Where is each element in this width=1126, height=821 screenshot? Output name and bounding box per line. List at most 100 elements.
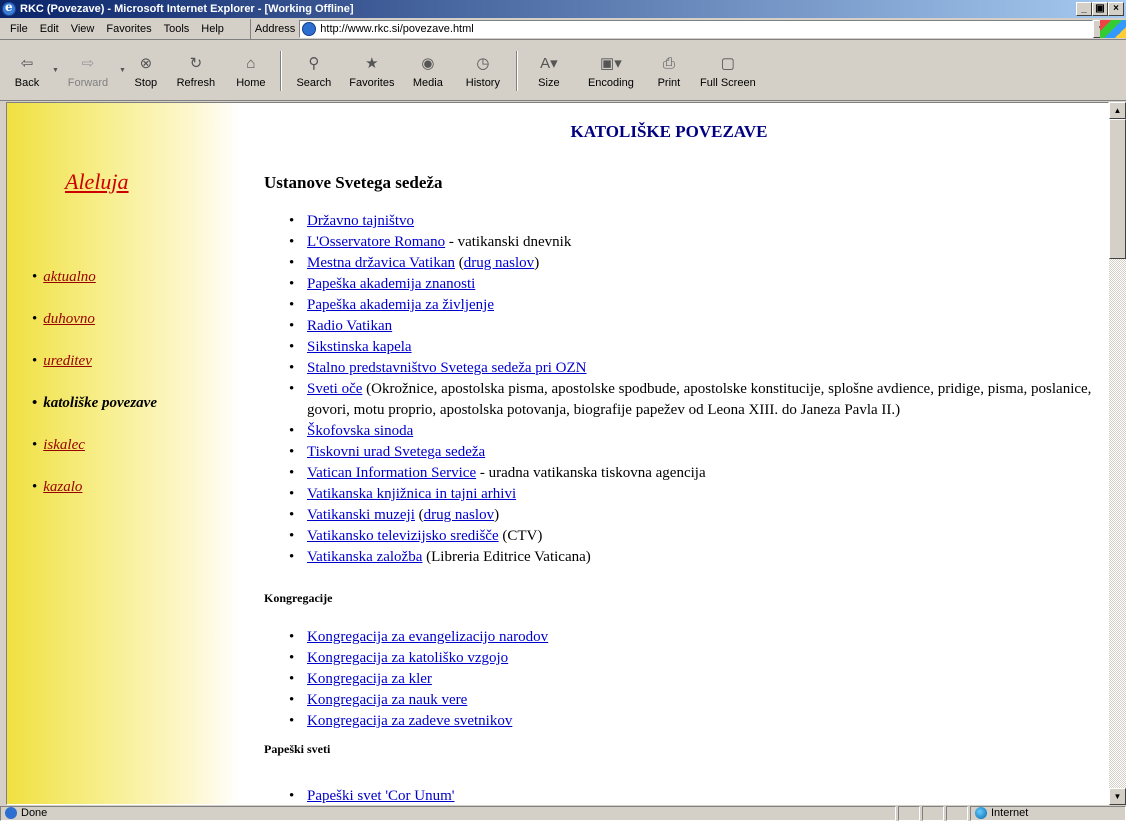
print-icon: ⎙ bbox=[662, 54, 675, 72]
list-link[interactable]: Papeška akademija znanosti bbox=[307, 276, 475, 292]
address-input[interactable]: http://www.rkc.si/povezave.html bbox=[299, 19, 1094, 38]
list-papeski-sveti: • Papeški svet 'Cor Unum' bbox=[289, 786, 1099, 804]
back-button[interactable]: ⇦ Back bbox=[4, 45, 50, 97]
list-item-text: Sveti oče (Okrožnice, apostolska pisma, … bbox=[307, 379, 1099, 421]
bullet: • bbox=[289, 276, 295, 292]
bullet: • bbox=[289, 713, 295, 729]
list-link[interactable]: Vatikanski muzeji bbox=[307, 507, 415, 523]
alternate-link[interactable]: drug naslov bbox=[464, 255, 534, 271]
list-link[interactable]: Vatican Information Service bbox=[307, 465, 476, 481]
list-item-note: ) bbox=[534, 255, 540, 271]
list-link[interactable]: Sveti oče bbox=[307, 381, 362, 397]
fullscreen-button[interactable]: ▢ Full Screen bbox=[692, 45, 764, 97]
ie-icon bbox=[2, 0, 16, 16]
list-item: • Vatikansko televizijsko središče (CTV) bbox=[289, 526, 1099, 547]
media-icon: ◉ bbox=[421, 55, 435, 72]
security-zone-panel: Internet bbox=[970, 805, 1126, 821]
back-dropdown-icon[interactable]: ▼ bbox=[52, 67, 59, 74]
list-item-note: ) bbox=[494, 507, 500, 523]
list-link[interactable]: Papeški svet 'Cor Unum' bbox=[307, 788, 454, 804]
list-item: • Vatikanska knjižnica in tajni arhivi bbox=[289, 484, 1099, 505]
list-link[interactable]: Kongregacija za kler bbox=[307, 671, 432, 687]
sidebar-item-duhovno[interactable]: • duhovno bbox=[32, 311, 157, 353]
refresh-button[interactable]: ↻ Refresh bbox=[166, 45, 226, 97]
list-link[interactable]: Stalno predstavništvo Svetega sedeža pri… bbox=[307, 360, 587, 376]
list-item-text: Sikstinska kapela bbox=[307, 337, 1099, 358]
list-item-text: Državno tajništvo bbox=[307, 211, 1099, 232]
list-ustanove: • Državno tajništvo • L'Osservatore Romano … bbox=[289, 211, 1099, 568]
menu-help[interactable]: Help bbox=[195, 23, 230, 35]
menu-edit[interactable]: Edit bbox=[34, 23, 65, 35]
status-panel bbox=[898, 805, 920, 821]
sidebar-item-iskalec[interactable]: • iskalec bbox=[32, 437, 157, 479]
list-item-note: - vatikanski dnevnik bbox=[445, 234, 572, 250]
list-link[interactable]: Kongregacija za zadeve svetnikov bbox=[307, 713, 512, 729]
list-item: • Sveti oče (Okrožnice, apostolska pisma,… bbox=[289, 379, 1099, 421]
list-link[interactable]: Papeška akademija za življenje bbox=[307, 297, 494, 313]
aleluja-logo-link[interactable]: Aleluja bbox=[65, 169, 129, 195]
list-item-text: Papeški svet 'Cor Unum' bbox=[307, 786, 1099, 804]
list-link[interactable]: Vatikansko televizijsko središče bbox=[307, 528, 499, 544]
list-item-note: (Libreria Editrice Vaticana) bbox=[422, 549, 591, 565]
list-item: • Kongregacija za zadeve svetnikov bbox=[289, 711, 1099, 732]
print-button[interactable]: ⎙ Print bbox=[646, 45, 692, 97]
close-button[interactable]: × bbox=[1108, 2, 1124, 16]
list-link[interactable]: L'Osservatore Romano bbox=[307, 234, 445, 250]
maximize-button[interactable]: ▣ bbox=[1092, 2, 1108, 16]
fullscreen-icon: ▢ bbox=[720, 55, 735, 72]
list-item-text: Vatikanski muzeji (drug naslov) bbox=[307, 505, 1099, 526]
forward-button[interactable]: ⇨ Forward bbox=[59, 45, 117, 97]
list-link[interactable]: Mestna državica Vatikan bbox=[307, 255, 455, 271]
sidebar-item-aktualno[interactable]: • aktualno bbox=[32, 269, 157, 311]
stop-button[interactable]: ⊗ Stop bbox=[126, 45, 166, 97]
list-link[interactable]: Kongregacija za evangelizacijo narodov bbox=[307, 629, 548, 645]
list-link[interactable]: Škofovska sinoda bbox=[307, 423, 413, 439]
section-heading-kongregacije: Kongregacije bbox=[264, 591, 333, 605]
scroll-thumb[interactable] bbox=[1109, 119, 1126, 259]
list-item: • L'Osservatore Romano - vatikanski dnevn… bbox=[289, 232, 1099, 253]
alternate-link[interactable]: drug naslov bbox=[424, 507, 494, 523]
forward-dropdown-icon[interactable]: ▼ bbox=[119, 67, 126, 74]
sidebar-item-ureditev[interactable]: • ureditev bbox=[32, 353, 157, 395]
list-link[interactable]: Kongregacija za katoliško vzgojo bbox=[307, 650, 508, 666]
list-link[interactable]: Vatikanska založba bbox=[307, 549, 422, 565]
menu-tools[interactable]: Tools bbox=[158, 23, 196, 35]
menu-view[interactable]: View bbox=[65, 23, 101, 35]
status-bar: Done Internet bbox=[0, 805, 1126, 821]
address-label: Address bbox=[254, 22, 296, 35]
bullet: • bbox=[289, 549, 295, 565]
list-item-text: Mestna državica Vatikan (drug naslov) bbox=[307, 253, 1099, 274]
page-icon bbox=[302, 21, 317, 36]
windows-logo-icon bbox=[1100, 20, 1126, 38]
list-item-text: Kongregacija za kler bbox=[307, 669, 1099, 690]
media-button[interactable]: ◉ Media bbox=[402, 45, 454, 97]
home-button[interactable]: ⌂ Home bbox=[226, 45, 276, 97]
sidebar-item-kazalo[interactable]: • kazalo bbox=[32, 479, 157, 521]
list-link[interactable]: Sikstinska kapela bbox=[307, 339, 412, 355]
size-button[interactable]: A▾ Size bbox=[522, 45, 576, 97]
list-item-text: L'Osservatore Romano - vatikanski dnevni… bbox=[307, 232, 1099, 253]
favorites-button[interactable]: ★ Favorites bbox=[342, 45, 402, 97]
list-item: • Tiskovni urad Svetega sedeža bbox=[289, 442, 1099, 463]
encoding-button[interactable]: ▣▾ Encoding bbox=[576, 45, 646, 97]
list-link[interactable]: Radio Vatikan bbox=[307, 318, 392, 334]
menu-file[interactable]: File bbox=[4, 23, 34, 35]
list-item: • Stalno predstavništvo Svetega sedeža pr… bbox=[289, 358, 1099, 379]
list-link[interactable]: Tiskovni urad Svetega sedeža bbox=[307, 444, 485, 460]
scroll-down-button[interactable]: ▼ bbox=[1109, 788, 1126, 805]
bullet: • bbox=[289, 692, 295, 708]
list-item-text: Kongregacija za zadeve svetnikov bbox=[307, 711, 1099, 732]
history-button[interactable]: ◷ History bbox=[454, 45, 512, 97]
back-arrow-icon: ⇦ bbox=[20, 55, 34, 72]
favorites-icon: ★ bbox=[365, 55, 379, 72]
list-link[interactable]: Državno tajništvo bbox=[307, 213, 414, 229]
standard-toolbar: ⇦ Back ▼ ⇨ Forward ▼ ⊗ Stop ↻ Refresh ⌂ … bbox=[0, 41, 1126, 101]
vertical-scrollbar[interactable]: ▲ ▼ bbox=[1109, 102, 1126, 805]
list-link[interactable]: Kongregacija za nauk vere bbox=[307, 692, 467, 708]
scroll-up-button[interactable]: ▲ bbox=[1109, 102, 1126, 119]
list-link[interactable]: Vatikanska knjižnica in tajni arhivi bbox=[307, 486, 516, 502]
bullet: • bbox=[289, 629, 295, 645]
minimize-button[interactable]: _ bbox=[1076, 2, 1092, 16]
search-button[interactable]: ⚲ Search bbox=[286, 45, 342, 97]
menu-favorites[interactable]: Favorites bbox=[100, 23, 157, 35]
